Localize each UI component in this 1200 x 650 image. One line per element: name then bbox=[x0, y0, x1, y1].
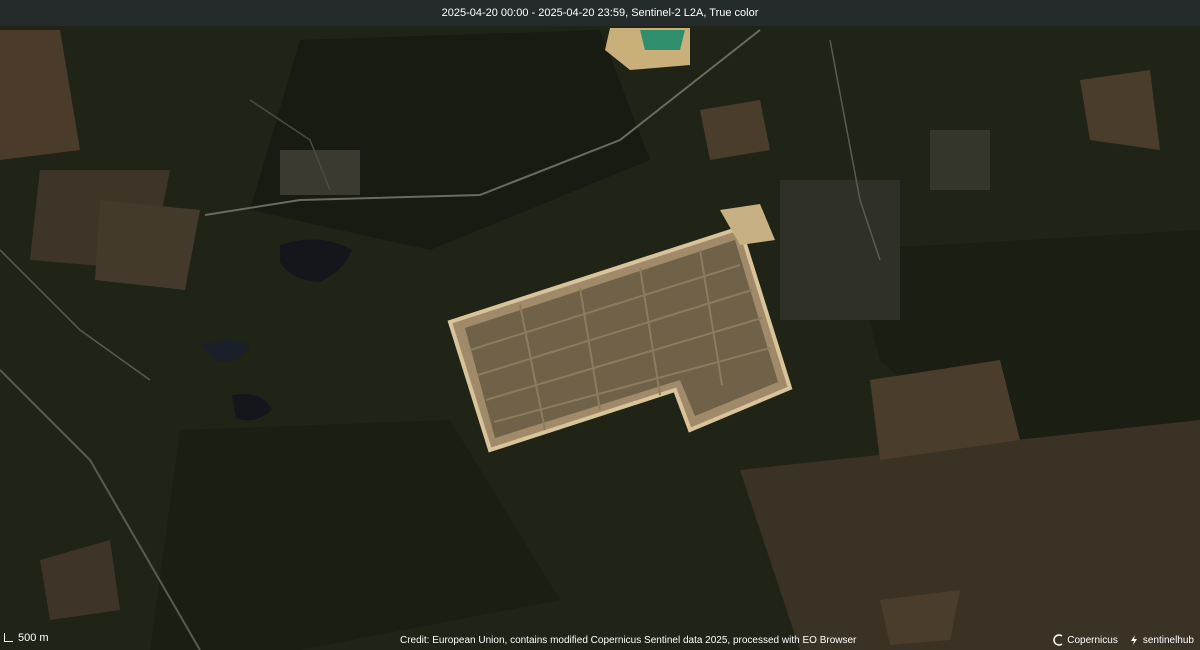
sentinelhub-logo-icon bbox=[1130, 635, 1137, 645]
logo-group: Copernicus sentinelhub bbox=[1052, 634, 1194, 646]
copernicus-logo-label: Copernicus bbox=[1067, 634, 1118, 646]
map-viewer[interactable]: 2025-04-20 00:00 - 2025-04-20 23:59, Sen… bbox=[0, 0, 1200, 650]
credit-text: Credit: European Union, contains modifie… bbox=[400, 635, 857, 646]
copernicus-logo-icon bbox=[1053, 634, 1063, 646]
scale-bar-label: 500 m bbox=[18, 632, 49, 644]
scale-bar-icon bbox=[4, 633, 13, 642]
copernicus-logo[interactable]: Copernicus bbox=[1052, 634, 1118, 646]
image-title-bar: 2025-04-20 00:00 - 2025-04-20 23:59, Sen… bbox=[0, 0, 1200, 26]
satellite-image[interactable] bbox=[0, 0, 1200, 650]
scale-bar: 500 m bbox=[4, 632, 49, 644]
sentinelhub-logo[interactable]: sentinelhub bbox=[1128, 634, 1194, 646]
image-title: 2025-04-20 00:00 - 2025-04-20 23:59, Sen… bbox=[441, 7, 759, 19]
sentinelhub-logo-label: sentinelhub bbox=[1142, 634, 1194, 646]
